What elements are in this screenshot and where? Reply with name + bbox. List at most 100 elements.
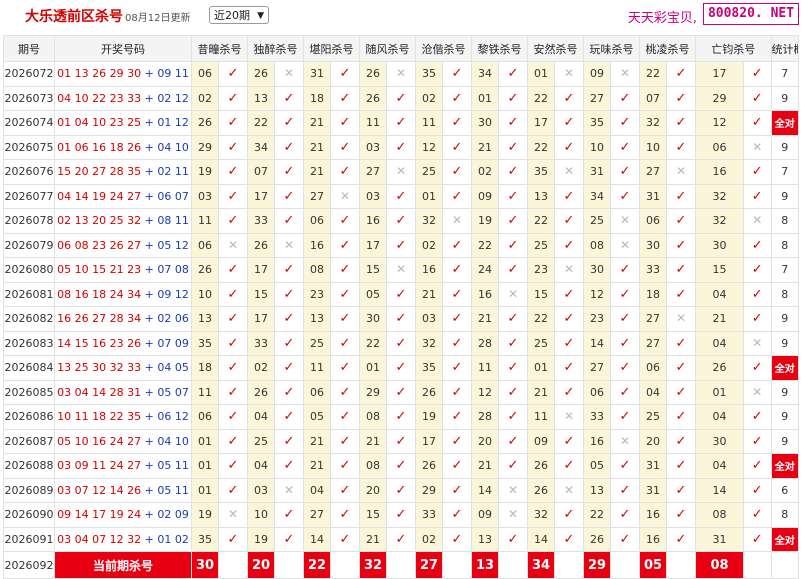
check-icon: ✓	[743, 453, 772, 479]
draw-numbers-cell: 13 25 30 32 33 + 04 05	[54, 355, 192, 381]
check-icon: ✓	[666, 134, 696, 160]
kill-number-cell: 27	[303, 183, 331, 209]
cross-icon: ✕	[442, 208, 472, 234]
table-row: 2026086 10 11 18 22 35 + 06 12 06 ✓ 04 ✓ 05 ✓ 08…	[3, 404, 799, 430]
back-numbers: 01 02	[157, 532, 189, 546]
period-range-select[interactable]: 近20期 ▼	[209, 6, 269, 24]
kill-number-cell: 16	[415, 257, 443, 283]
front-numbers: 03 07 12 14 26	[57, 483, 142, 497]
kill-number-cell: 26	[359, 61, 387, 87]
kill-number-cell: 04	[247, 453, 275, 479]
kill-number-cell: 34	[247, 134, 275, 160]
front-numbers: 16 26 27 28 34	[57, 312, 142, 326]
front-numbers: 09 14 17 19 24	[57, 508, 142, 522]
front-numbers: 10 11 18 22 35	[57, 410, 142, 424]
check-icon: ✓	[498, 404, 528, 430]
check-icon: ✓	[498, 379, 528, 405]
check-icon: ✓	[330, 428, 360, 454]
check-icon: ✓	[330, 257, 360, 283]
kill-number-cell: 01	[359, 355, 387, 381]
check-icon: ✓	[386, 330, 416, 356]
check-icon: ✓	[274, 526, 304, 552]
table-row: 2026076 15 20 27 28 35 + 02 11 19 ✓ 07 ✓ 21 ✓ 27…	[3, 159, 799, 185]
stat-cell: 7	[770, 61, 799, 87]
front-numbers: 03 04 14 28 31	[57, 385, 142, 399]
kill-number-cell: 02	[191, 85, 219, 111]
check-icon: ✓	[554, 110, 584, 136]
page-title: 大乐透前区杀号	[25, 9, 123, 25]
check-icon: ✓	[666, 477, 696, 503]
kill-number-cell: 26	[191, 110, 219, 136]
kill-number-cell: 13	[191, 306, 219, 332]
check-icon: ✓	[554, 134, 584, 160]
current-kill-number: 29	[583, 551, 611, 579]
back-numbers: 02 12	[157, 91, 189, 105]
period-cell: 2026085	[3, 379, 55, 405]
cross-icon: ✕	[498, 502, 528, 528]
table-row: 2026083 14 15 16 23 26 + 07 09 35 ✓ 33 ✓ 25 ✓ 22…	[3, 330, 799, 356]
draw-numbers-cell: 06 08 23 26 27 + 05 12	[54, 232, 192, 258]
check-icon: ✓	[498, 85, 528, 111]
kill-number-cell: 14	[695, 477, 744, 503]
check-icon: ✓	[218, 355, 248, 381]
site-name[interactable]: 天天彩宝贝,	[628, 7, 697, 26]
check-icon: ✓	[330, 526, 360, 552]
draw-numbers-cell: 03 04 14 28 31 + 05 07	[54, 379, 192, 405]
kill-number-cell: 25	[415, 159, 443, 185]
column-header: 统计概况	[770, 35, 799, 62]
stat-cell: 8	[770, 208, 799, 234]
kill-number-cell: 29	[359, 379, 387, 405]
current-kill-number: 08	[695, 551, 744, 579]
check-icon: ✓	[274, 330, 304, 356]
check-icon: ✓	[442, 281, 472, 307]
kill-number-cell: 33	[247, 208, 275, 234]
check-icon: ✓	[274, 428, 304, 454]
check-icon: ✓	[386, 208, 416, 234]
kill-number-cell: 28	[471, 330, 499, 356]
kill-number-cell: 31	[695, 526, 744, 552]
check-icon: ✓	[442, 477, 472, 503]
check-icon: ✓	[330, 404, 360, 430]
stat-cell: 全对	[770, 110, 799, 136]
check-icon: ✓	[610, 159, 640, 185]
check-icon: ✓	[274, 183, 304, 209]
cross-icon: ✕	[743, 208, 772, 234]
check-icon: ✓	[554, 208, 584, 234]
back-numbers: 05 11	[157, 459, 189, 473]
check-icon: ✓	[218, 257, 248, 283]
check-icon: ✓	[666, 85, 696, 111]
kill-number-cell: 10	[639, 134, 667, 160]
kill-number-cell: 02	[247, 355, 275, 381]
kill-number-cell: 26	[247, 232, 275, 258]
kill-number-cell: 25	[247, 428, 275, 454]
period-cell: 2026072	[3, 61, 55, 87]
kill-number-cell: 01	[191, 453, 219, 479]
check-icon: ✓	[274, 355, 304, 381]
kill-number-cell: 02	[415, 85, 443, 111]
front-numbers: 01 04 10 23 25	[57, 116, 142, 130]
table-row: 2026072 01 13 26 29 30 + 09 11 06 ✓ 26 ✕ 31 ✓ 26…	[3, 61, 799, 87]
kill-number-cell: 34	[583, 183, 611, 209]
site-logo[interactable]: 800820. NET	[703, 3, 799, 25]
front-numbers: 15 20 27 28 35	[57, 165, 142, 179]
cross-icon: ✕	[554, 61, 584, 87]
kill-number-cell: 17	[247, 257, 275, 283]
check-icon: ✓	[218, 428, 248, 454]
kill-number-cell: 04	[695, 330, 744, 356]
kill-number-cell: 11	[527, 404, 555, 430]
kill-number-cell: 35	[415, 355, 443, 381]
stat-cell: 9	[770, 404, 799, 430]
check-icon: ✓	[743, 477, 772, 503]
column-header: 随风杀号	[359, 35, 416, 62]
check-icon: ✓	[218, 85, 248, 111]
draw-numbers-cell: 01 06 16 18 26 + 04 10	[54, 134, 192, 160]
kill-number-cell: 15	[359, 257, 387, 283]
kill-number-cell: 31	[639, 453, 667, 479]
current-kill-number: 13	[471, 551, 499, 579]
check-icon: ✓	[498, 257, 528, 283]
draw-numbers-cell: 16 26 27 28 34 + 02 06	[54, 306, 192, 332]
kill-number-cell: 30	[639, 232, 667, 258]
cross-icon: ✕	[386, 257, 416, 283]
back-numbers: 02 09	[157, 508, 189, 522]
back-numbers: 09 12	[157, 287, 189, 301]
